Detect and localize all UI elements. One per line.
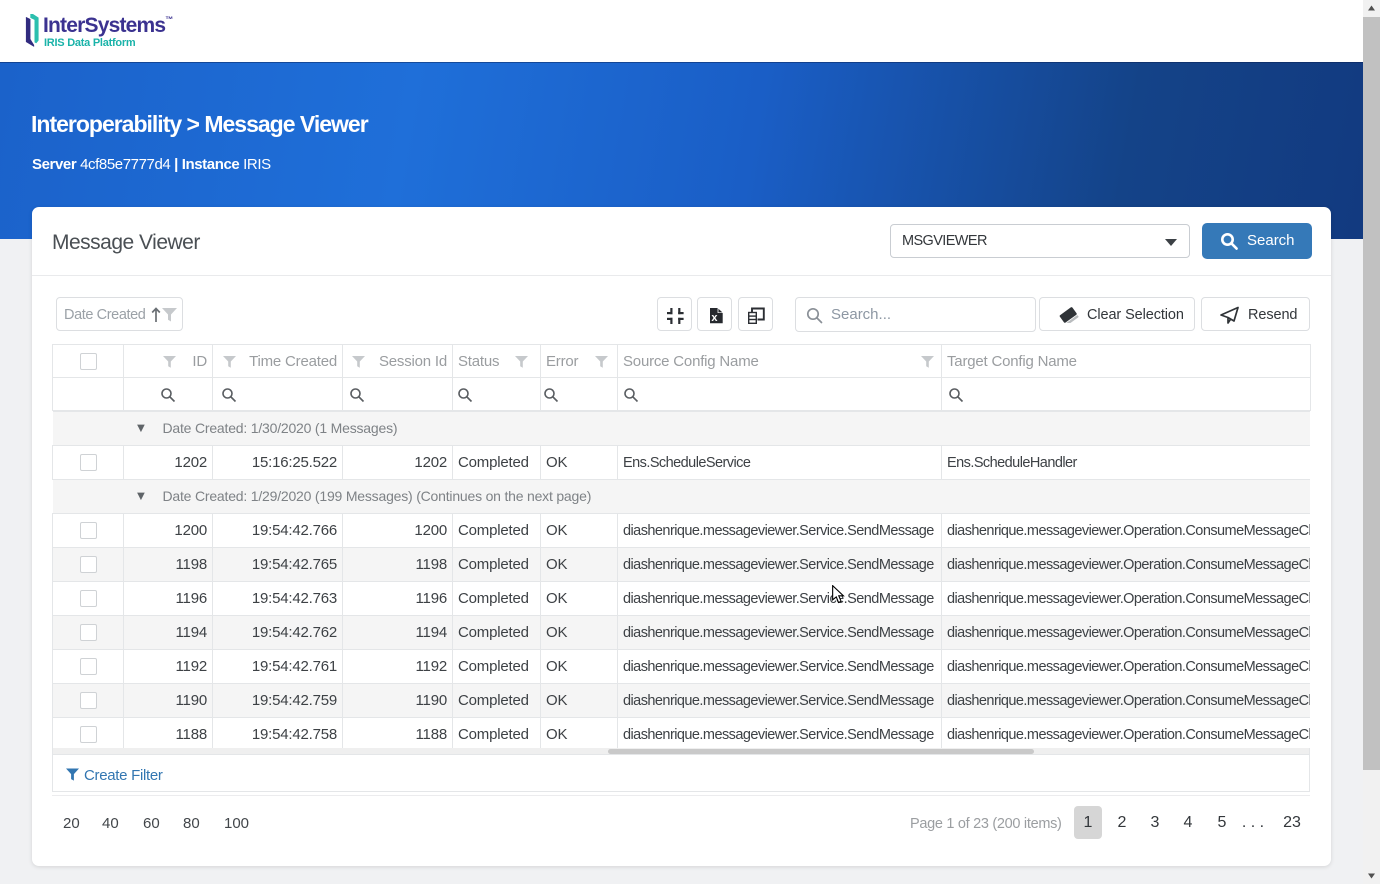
svg-text:x: x xyxy=(711,312,718,324)
